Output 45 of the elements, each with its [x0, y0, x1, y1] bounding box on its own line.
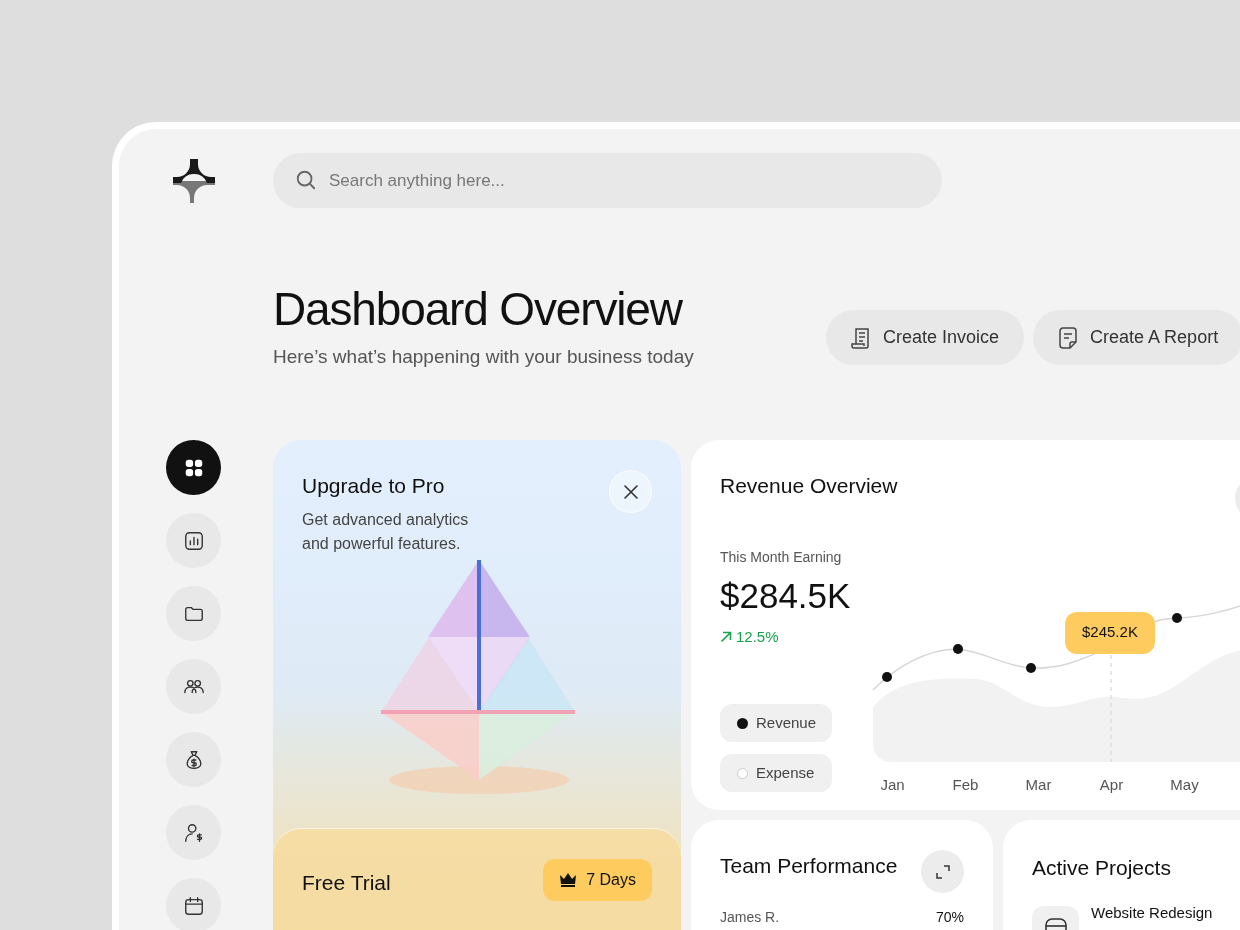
expand-button[interactable]: [921, 850, 964, 893]
search-icon: [295, 169, 317, 191]
expand-icon: [935, 864, 950, 879]
bar-chart-icon: [182, 529, 205, 552]
close-button[interactable]: [609, 470, 652, 513]
card-title: Active Projects: [1032, 855, 1172, 881]
member-value: 70%: [935, 908, 964, 927]
legend-item[interactable]: Expense: [720, 754, 832, 792]
create-report-button[interactable]: Create A Report: [1033, 310, 1240, 365]
month-label: Jan: [879, 774, 906, 795]
trial-badge: 7 Days: [543, 859, 652, 901]
promo-title: Upgrade to Pro: [302, 473, 446, 499]
logo-icon: [172, 158, 215, 203]
month-label: Feb: [951, 774, 980, 795]
chart-point: [882, 671, 892, 682]
member-name: James R.: [720, 908, 780, 927]
legend-item[interactable]: Revenue: [720, 704, 832, 742]
month-label: Mar: [1024, 774, 1053, 795]
chart-point: [1172, 612, 1182, 623]
calendar-icon: [182, 894, 205, 917]
promo-description: Get advanced analytics and powerful features.: [302, 509, 470, 554]
chart-tooltip: $245.2K: [1065, 611, 1155, 654]
project-name: Website Redesign: [1091, 902, 1213, 923]
change-value: 12.5%: [736, 626, 779, 647]
create-invoice-button[interactable]: Create Invoice: [826, 310, 1025, 365]
close-icon: [623, 484, 638, 499]
receipt-icon: [851, 326, 871, 349]
sidebar-item[interactable]: [166, 440, 221, 495]
card-title: Team Performance: [720, 853, 898, 879]
page-title: Dashboard Overview: [273, 283, 684, 335]
month-label: May: [1169, 774, 1200, 795]
user-dollar-icon: [182, 821, 205, 844]
arrow-up-right-icon: [720, 630, 732, 643]
note-icon: [1058, 326, 1079, 349]
chart-point: [953, 643, 963, 654]
card-title: Revenue Overview: [720, 473, 899, 499]
trial-title: Free Trial: [302, 870, 391, 896]
earning-value: $284.5K: [720, 575, 852, 616]
sidebar-item[interactable]: [166, 878, 221, 930]
earning-label: This Month Earning: [720, 547, 843, 567]
page-subtitle: Here’s what’s happening with your business today: [273, 345, 695, 369]
chart-point: [1026, 662, 1036, 673]
search-field[interactable]: Search anything here...: [273, 153, 942, 208]
crown-icon: [559, 872, 578, 888]
month-label: Apr: [1098, 774, 1125, 795]
